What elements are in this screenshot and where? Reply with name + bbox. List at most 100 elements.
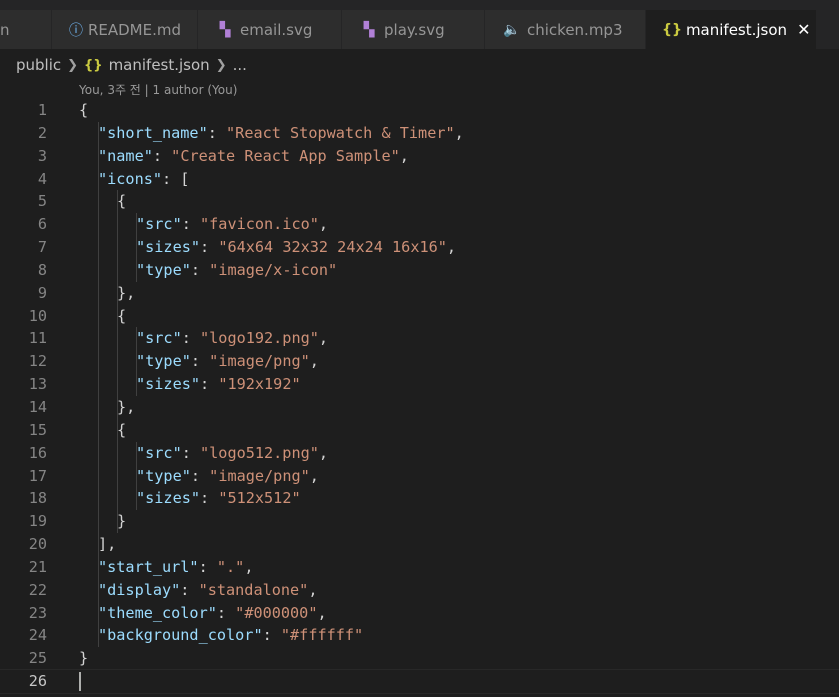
json-key: "src" (136, 215, 182, 234)
json-string: "image/x-icon" (209, 260, 338, 279)
json-punctuation: } (79, 649, 89, 668)
indent-guide (117, 350, 118, 374)
tab-label: email.svg (240, 20, 313, 39)
code-line[interactable]: 14}, (0, 395, 839, 419)
code-line[interactable]: 16 "src": "logo512.png", (0, 441, 839, 465)
indent-guide (117, 258, 118, 282)
json-punctuation: , (446, 238, 457, 257)
code-line[interactable]: 17 "type": "image/png", (0, 464, 839, 488)
tab-manifest-json[interactable]: {} manifest.json ✕ (646, 10, 816, 49)
line-number: 20 (28, 535, 47, 554)
code-line[interactable]: 23 "theme_color": "#000000", (0, 601, 839, 625)
json-punctuation: , (244, 557, 254, 576)
json-punctuation: : (152, 146, 172, 165)
code-line[interactable]: 10 { (0, 304, 839, 328)
code-line[interactable]: 18 "sizes": "512x512" (0, 487, 839, 511)
line-number: 13 (28, 375, 47, 394)
json-key: "theme_color" (98, 603, 217, 622)
json-string: "192x192" (218, 375, 301, 394)
code-text: } (117, 510, 126, 533)
indent-guide (98, 441, 99, 465)
chevron-right-icon: ❯ (215, 57, 227, 73)
code-line[interactable]: 21 "start_url": ".", (0, 555, 839, 579)
code-editor[interactable]: 1{2 "short_name": "React Stopwatch & Time… (0, 99, 839, 694)
code-line[interactable]: 2 "short_name": "React Stopwatch & Timer"… (0, 121, 839, 145)
json-punctuation: : (216, 603, 236, 622)
line-number: 4 (37, 169, 47, 188)
line-number: 22 (28, 580, 47, 599)
code-text: "display": "standalone", (98, 579, 317, 602)
breadcrumb-file[interactable]: manifest.json (109, 56, 210, 74)
json-string: "#ffffff" (280, 626, 364, 645)
code-text: "name": "Create React App Sample", (98, 145, 409, 168)
code-line[interactable]: 20], (0, 533, 839, 556)
code-text: }, (117, 396, 135, 419)
breadcrumb-folder[interactable]: public (16, 56, 61, 74)
tab-play-svg[interactable]: ▚ play.svg (342, 10, 485, 49)
code-line[interactable]: 25} (0, 647, 839, 670)
json-punctuation: : (200, 238, 219, 257)
indent-guide (98, 236, 99, 259)
code-line[interactable]: 8 "type": "image/x-icon" (0, 258, 839, 282)
code-line[interactable]: 6 "src": "favicon.ico", (0, 213, 839, 237)
codelens-blame[interactable]: You, 3주 전 | 1 author (You) (79, 81, 237, 98)
code-line[interactable]: 5{ (0, 190, 839, 214)
json-key: "short_name" (98, 123, 208, 142)
json-string: "logo192.png" (200, 329, 319, 348)
json-punctuation: , (309, 466, 319, 485)
json-key: "display" (98, 580, 181, 599)
code-line[interactable]: 26 (0, 669, 839, 694)
tab-readme-md[interactable]: ⓘ README.md (52, 10, 198, 49)
json-punctuation: : (262, 626, 281, 645)
tab-son[interactable]: son (0, 10, 52, 49)
code-line[interactable]: 7 "sizes": "64x64 32x32 24x24 16x16", (0, 236, 839, 259)
json-string: "favicon.ico" (200, 215, 319, 234)
indent-guide (98, 395, 99, 419)
json-punctuation: ], (98, 535, 117, 554)
code-text: } (79, 647, 88, 670)
tab-label: README.md (87, 20, 181, 39)
code-line[interactable]: 13 "sizes": "192x192" (0, 373, 839, 396)
tab-chicken-mp3[interactable]: 🔈 chicken.mp3 (485, 10, 646, 49)
json-string: "." (216, 557, 245, 576)
indent-guide (117, 327, 118, 351)
code-line[interactable]: 24 "background_color": "#ffffff" (0, 624, 839, 648)
code-line[interactable]: 1{ (0, 99, 839, 122)
code-text: }, (117, 282, 135, 305)
breadcrumb: public ❯ {} manifest.json ❯ ... (16, 53, 247, 77)
code-text: ], (98, 533, 116, 556)
code-text: "background_color": "#ffffff" (98, 624, 363, 647)
indent-guide (117, 236, 118, 259)
code-line[interactable]: 9}, (0, 281, 839, 305)
json-punctuation: , (399, 146, 409, 165)
indent-guide (98, 304, 99, 328)
code-line[interactable]: 3 "name": "Create React App Sample", (0, 144, 839, 168)
indent-guide (117, 487, 118, 511)
line-number: 8 (37, 260, 47, 279)
line-number: 12 (28, 352, 47, 371)
code-text: { (117, 419, 126, 442)
tab-email-svg[interactable]: ▚ email.svg (198, 10, 342, 49)
line-number: 18 (28, 489, 47, 508)
json-braces-icon: {} (84, 57, 103, 73)
line-number: 5 (37, 192, 47, 211)
code-line[interactable]: 4 "icons": [ (0, 167, 839, 191)
line-number: 1 (37, 101, 47, 119)
code-line[interactable]: 22 "display": "standalone", (0, 578, 839, 602)
json-punctuation: : (190, 466, 210, 485)
json-punctuation: , (309, 352, 319, 371)
breadcrumb-more[interactable]: ... (233, 56, 247, 74)
code-text: "src": "favicon.ico", (136, 213, 328, 236)
code-line[interactable]: 19} (0, 510, 839, 534)
code-line[interactable]: 15 { (0, 418, 839, 442)
json-punctuation: { (117, 420, 127, 439)
indent-guide (98, 487, 99, 511)
json-key: "src" (136, 329, 182, 348)
code-line[interactable]: 11 "src": "logo192.png", (0, 327, 839, 351)
close-icon[interactable]: ✕ (787, 20, 810, 39)
line-number: 25 (28, 649, 47, 668)
json-key: "type" (136, 466, 191, 485)
code-line[interactable]: 12 "type": "image/png", (0, 350, 839, 374)
tab-label: manifest.json (685, 20, 788, 39)
line-number: 15 (28, 420, 47, 439)
